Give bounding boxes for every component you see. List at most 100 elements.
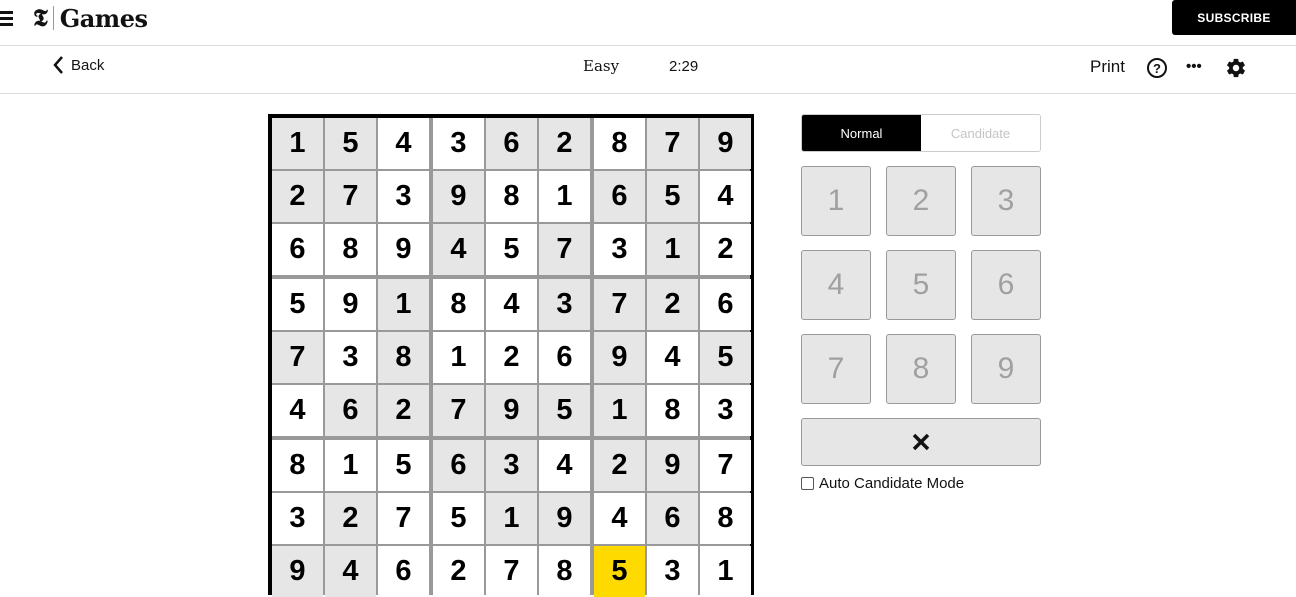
sudoku-cell-r4c7[interactable]: 7 [594, 279, 645, 330]
print-button[interactable]: Print [1090, 57, 1125, 77]
sudoku-cell-r1c8[interactable]: 7 [647, 118, 698, 169]
sudoku-cell-r9c3[interactable]: 6 [378, 546, 429, 597]
more-options-icon[interactable]: ••• [1186, 59, 1202, 74]
sudoku-cell-r1c4[interactable]: 3 [433, 118, 484, 169]
sudoku-cell-r5c4[interactable]: 1 [433, 332, 484, 383]
sudoku-cell-r8c8[interactable]: 6 [647, 493, 698, 544]
sudoku-cell-r2c5[interactable]: 8 [486, 171, 537, 222]
sudoku-cell-r9c1[interactable]: 9 [272, 546, 323, 597]
sudoku-cell-r7c4[interactable]: 6 [433, 440, 484, 491]
settings-gear-icon[interactable] [1225, 57, 1247, 84]
sudoku-cell-r7c5[interactable]: 3 [486, 440, 537, 491]
timer[interactable]: 2:29 [669, 58, 698, 75]
sudoku-cell-r6c4[interactable]: 7 [433, 385, 484, 436]
sudoku-cell-r3c2[interactable]: 8 [325, 224, 376, 275]
sudoku-cell-r4c2[interactable]: 9 [325, 279, 376, 330]
sudoku-cell-r8c7[interactable]: 4 [594, 493, 645, 544]
sudoku-cell-r2c3[interactable]: 3 [378, 171, 429, 222]
help-icon[interactable]: ? [1147, 58, 1167, 78]
sudoku-cell-r4c9[interactable]: 6 [700, 279, 751, 330]
sudoku-cell-r1c6[interactable]: 2 [539, 118, 590, 169]
sudoku-cell-r6c9[interactable]: 3 [700, 385, 751, 436]
menu-icon[interactable] [0, 10, 14, 26]
sudoku-cell-r4c3[interactable]: 1 [378, 279, 429, 330]
sudoku-cell-r2c1[interactable]: 2 [272, 171, 323, 222]
sudoku-cell-r7c1[interactable]: 8 [272, 440, 323, 491]
sudoku-cell-r9c9[interactable]: 1 [700, 546, 751, 597]
candidate-mode-button[interactable]: Candidate [921, 115, 1040, 151]
sudoku-cell-r2c9[interactable]: 4 [700, 171, 751, 222]
sudoku-cell-r8c1[interactable]: 3 [272, 493, 323, 544]
sudoku-cell-r2c7[interactable]: 6 [594, 171, 645, 222]
sudoku-cell-r8c2[interactable]: 2 [325, 493, 376, 544]
sudoku-cell-r1c1[interactable]: 1 [272, 118, 323, 169]
sudoku-cell-r8c5[interactable]: 1 [486, 493, 537, 544]
sudoku-cell-r9c7[interactable]: 5 [594, 546, 645, 597]
sudoku-cell-r3c8[interactable]: 1 [647, 224, 698, 275]
sudoku-cell-r5c1[interactable]: 7 [272, 332, 323, 383]
sudoku-cell-r7c3[interactable]: 5 [378, 440, 429, 491]
sudoku-cell-r6c6[interactable]: 5 [539, 385, 590, 436]
keypad-4-button[interactable]: 4 [801, 250, 871, 320]
keypad-1-button[interactable]: 1 [801, 166, 871, 236]
sudoku-cell-r6c5[interactable]: 9 [486, 385, 537, 436]
sudoku-cell-r7c9[interactable]: 7 [700, 440, 751, 491]
sudoku-cell-r1c2[interactable]: 5 [325, 118, 376, 169]
sudoku-cell-r7c2[interactable]: 1 [325, 440, 376, 491]
sudoku-cell-r4c5[interactable]: 4 [486, 279, 537, 330]
auto-candidate-option[interactable]: Auto Candidate Mode [801, 475, 1041, 492]
keypad-5-button[interactable]: 5 [886, 250, 956, 320]
sudoku-cell-r9c8[interactable]: 3 [647, 546, 698, 597]
keypad-7-button[interactable]: 7 [801, 334, 871, 404]
sudoku-cell-r1c5[interactable]: 6 [486, 118, 537, 169]
back-button[interactable]: Back [52, 55, 104, 75]
sudoku-cell-r9c5[interactable]: 7 [486, 546, 537, 597]
sudoku-cell-r2c2[interactable]: 7 [325, 171, 376, 222]
sudoku-cell-r2c4[interactable]: 9 [433, 171, 484, 222]
sudoku-cell-r7c7[interactable]: 2 [594, 440, 645, 491]
sudoku-cell-r6c3[interactable]: 2 [378, 385, 429, 436]
sudoku-cell-r6c2[interactable]: 6 [325, 385, 376, 436]
sudoku-cell-r4c4[interactable]: 8 [433, 279, 484, 330]
keypad-3-button[interactable]: 3 [971, 166, 1041, 236]
sudoku-cell-r9c2[interactable]: 4 [325, 546, 376, 597]
sudoku-cell-r3c3[interactable]: 9 [378, 224, 429, 275]
sudoku-cell-r6c7[interactable]: 1 [594, 385, 645, 436]
sudoku-cell-r9c4[interactable]: 2 [433, 546, 484, 597]
keypad-8-button[interactable]: 8 [886, 334, 956, 404]
normal-mode-button[interactable]: Normal [802, 115, 921, 151]
sudoku-cell-r2c6[interactable]: 1 [539, 171, 590, 222]
sudoku-cell-r3c6[interactable]: 7 [539, 224, 590, 275]
sudoku-cell-r3c7[interactable]: 3 [594, 224, 645, 275]
keypad-9-button[interactable]: 9 [971, 334, 1041, 404]
sudoku-cell-r8c4[interactable]: 5 [433, 493, 484, 544]
sudoku-cell-r7c8[interactable]: 9 [647, 440, 698, 491]
sudoku-cell-r6c1[interactable]: 4 [272, 385, 323, 436]
nyt-games-logo[interactable]: 𝕿 Games [33, 2, 148, 34]
sudoku-cell-r6c8[interactable]: 8 [647, 385, 698, 436]
sudoku-cell-r5c2[interactable]: 3 [325, 332, 376, 383]
sudoku-cell-r8c6[interactable]: 9 [539, 493, 590, 544]
sudoku-cell-r4c6[interactable]: 3 [539, 279, 590, 330]
sudoku-cell-r7c6[interactable]: 4 [539, 440, 590, 491]
sudoku-cell-r3c4[interactable]: 4 [433, 224, 484, 275]
sudoku-cell-r5c9[interactable]: 5 [700, 332, 751, 383]
sudoku-cell-r1c7[interactable]: 8 [594, 118, 645, 169]
sudoku-cell-r3c5[interactable]: 5 [486, 224, 537, 275]
sudoku-cell-r3c1[interactable]: 6 [272, 224, 323, 275]
keypad-6-button[interactable]: 6 [971, 250, 1041, 320]
sudoku-cell-r1c9[interactable]: 9 [700, 118, 751, 169]
sudoku-cell-r4c1[interactable]: 5 [272, 279, 323, 330]
sudoku-cell-r5c7[interactable]: 9 [594, 332, 645, 383]
sudoku-cell-r5c8[interactable]: 4 [647, 332, 698, 383]
sudoku-cell-r5c3[interactable]: 8 [378, 332, 429, 383]
erase-button[interactable] [801, 418, 1041, 466]
keypad-2-button[interactable]: 2 [886, 166, 956, 236]
sudoku-cell-r8c9[interactable]: 8 [700, 493, 751, 544]
sudoku-cell-r5c5[interactable]: 2 [486, 332, 537, 383]
sudoku-cell-r3c9[interactable]: 2 [700, 224, 751, 275]
sudoku-cell-r5c6[interactable]: 6 [539, 332, 590, 383]
sudoku-cell-r1c3[interactable]: 4 [378, 118, 429, 169]
sudoku-cell-r4c8[interactable]: 2 [647, 279, 698, 330]
sudoku-cell-r2c8[interactable]: 5 [647, 171, 698, 222]
